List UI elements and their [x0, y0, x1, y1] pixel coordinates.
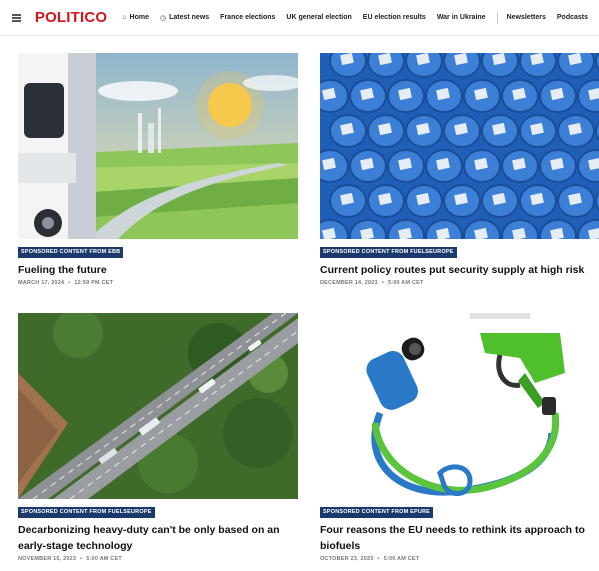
nav-podcasts[interactable]: Podcasts	[557, 14, 588, 21]
article-meta: DECEMBER 14, 2023 • 5:00 AM CET	[320, 280, 599, 286]
article-title[interactable]: Decarbonizing heavy-duty can't be only b…	[18, 522, 298, 554]
article-card: SPONSORED CONTENT FROM FUELSEUROPE Decar…	[18, 313, 298, 562]
nav-home[interactable]: ⌂ Home	[122, 14, 149, 21]
article-card: SPONSORED CONTENT FROM EBB Fueling the f…	[18, 53, 298, 286]
article-time: 5:00 AM CET	[86, 556, 122, 562]
article-image-blue-barrels[interactable]	[320, 53, 599, 239]
nav-uk-general-election[interactable]: UK general election	[286, 14, 351, 21]
article-card: SPONSORED CONTENT FROM EPURE Four reason…	[320, 313, 599, 562]
article-title[interactable]: Current policy routes put security suppl…	[320, 262, 599, 278]
main-nav: ⌂ Home ◷ Latest news France elections UK…	[122, 11, 599, 24]
politico-logo[interactable]: POLITICO	[35, 9, 107, 26]
sponsored-badge: SPONSORED CONTENT FROM EBB	[18, 247, 124, 258]
top-navigation-bar: POLITICO ⌂ Home ◷ Latest news France ele…	[0, 0, 599, 36]
article-date: DECEMBER 14, 2023	[320, 280, 378, 286]
nav-latest-news-label: Latest news	[169, 14, 210, 21]
article-date: MARCH 17, 2024	[18, 280, 65, 286]
nav-eu-election-results[interactable]: EU election results	[363, 14, 426, 21]
nav-home-label: Home	[129, 14, 149, 21]
clock-icon: ◷	[159, 14, 167, 22]
nav-newsletters[interactable]: Newsletters	[507, 14, 546, 21]
nav-divider	[496, 11, 498, 24]
article-date: NOVEMBER 15, 2023	[18, 556, 77, 562]
meta-separator: •	[68, 280, 71, 286]
menu-icon[interactable]	[12, 13, 23, 22]
article-time: 5:00 AM CET	[383, 556, 420, 562]
meta-separator: •	[381, 280, 384, 286]
meta-separator: •	[80, 556, 83, 562]
meta-separator: •	[377, 556, 380, 562]
home-icon: ⌂	[122, 14, 127, 21]
nav-france-elections[interactable]: France elections	[220, 14, 275, 21]
article-image-highway-forest[interactable]	[18, 313, 298, 499]
article-title[interactable]: Four reasons the EU needs to rethink its…	[320, 522, 599, 554]
article-meta: OCTOBER 23, 2023 • 5:00 AM CET	[320, 556, 599, 562]
nav-war-in-ukraine[interactable]: War in Ukraine	[437, 14, 486, 21]
article-meta: NOVEMBER 15, 2023 • 5:00 AM CET	[18, 556, 298, 562]
article-date: OCTOBER 23, 2023	[320, 556, 374, 562]
sponsored-badge: SPONSORED CONTENT FROM FUELSEUROPE	[18, 507, 155, 518]
article-time: 12:59 PM CET	[74, 280, 114, 286]
article-meta: MARCH 17, 2024 • 12:59 PM CET	[18, 280, 298, 286]
article-title[interactable]: Fueling the future	[18, 262, 298, 278]
article-card: SPONSORED CONTENT FROM FUELSEUROPE Curre…	[320, 53, 599, 286]
article-image-fuel-nozzle-charger[interactable]	[320, 313, 599, 499]
sponsored-badge: SPONSORED CONTENT FROM FUELSEUROPE	[320, 247, 457, 258]
article-image-truck-landscape[interactable]	[18, 53, 298, 239]
sponsored-badge: SPONSORED CONTENT FROM EPURE	[320, 507, 434, 518]
nav-latest-news[interactable]: ◷ Latest news	[160, 14, 209, 22]
article-time: 5:00 AM CET	[387, 280, 424, 286]
